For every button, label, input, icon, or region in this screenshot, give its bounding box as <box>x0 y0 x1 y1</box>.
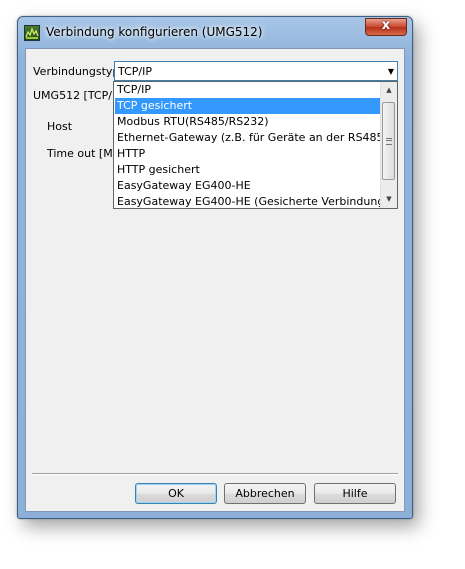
dropdown-option[interactable]: HTTP gesichert <box>115 162 381 178</box>
dropdown-scrollbar[interactable]: ▲ ▼ <box>380 82 397 208</box>
ok-button[interactable]: OK <box>135 483 217 504</box>
close-button[interactable]: x <box>365 18 407 36</box>
scroll-down-icon[interactable]: ▼ <box>381 191 397 208</box>
dialog-window: Verbindung konfigurieren (UMG512) x Verb… <box>17 16 413 519</box>
app-icon <box>24 25 40 41</box>
device-label: UMG512 [TCP/IP <box>33 89 122 102</box>
dropdown-option[interactable]: Ethernet-Gateway (z.B. für Geräte an der… <box>115 130 388 146</box>
dropdown-option[interactable]: EasyGateway EG400-HE (Gesicherte Verbind… <box>115 194 389 208</box>
connection-type-label: Verbindungstyp <box>33 65 120 78</box>
scroll-up-icon[interactable]: ▲ <box>381 82 397 99</box>
cancel-button[interactable]: Abbrechen <box>224 483 306 504</box>
dropdown-option[interactable]: EasyGateway EG400-HE <box>115 178 381 194</box>
chevron-down-icon[interactable]: ▼ <box>388 67 394 76</box>
connection-type-dropdown[interactable]: TCP/IP ▼ <box>114 61 398 81</box>
host-label: Host <box>47 120 73 133</box>
dropdown-list: TCP/IP TCP gesichert Modbus RTU(RS485/RS… <box>113 81 398 209</box>
close-icon: x <box>381 18 391 33</box>
dropdown-option-highlighted[interactable]: TCP gesichert <box>115 98 381 114</box>
dropdown-option[interactable]: HTTP <box>115 146 381 162</box>
separator <box>32 473 398 475</box>
dialog-client-area: Verbindungstyp TCP/IP ▼ UMG512 [TCP/IP H… <box>25 48 405 512</box>
help-button[interactable]: Hilfe <box>314 483 396 504</box>
scrollbar-thumb[interactable] <box>382 102 395 180</box>
dropdown-option[interactable]: TCP/IP <box>115 82 381 98</box>
title-bar[interactable]: Verbindung konfigurieren (UMG512) x <box>18 17 412 47</box>
window-title: Verbindung konfigurieren (UMG512) <box>46 25 263 39</box>
dropdown-selected-value: TCP/IP <box>118 65 152 78</box>
dropdown-option[interactable]: Modbus RTU(RS485/RS232) <box>115 114 381 130</box>
grip-icon <box>386 138 392 145</box>
